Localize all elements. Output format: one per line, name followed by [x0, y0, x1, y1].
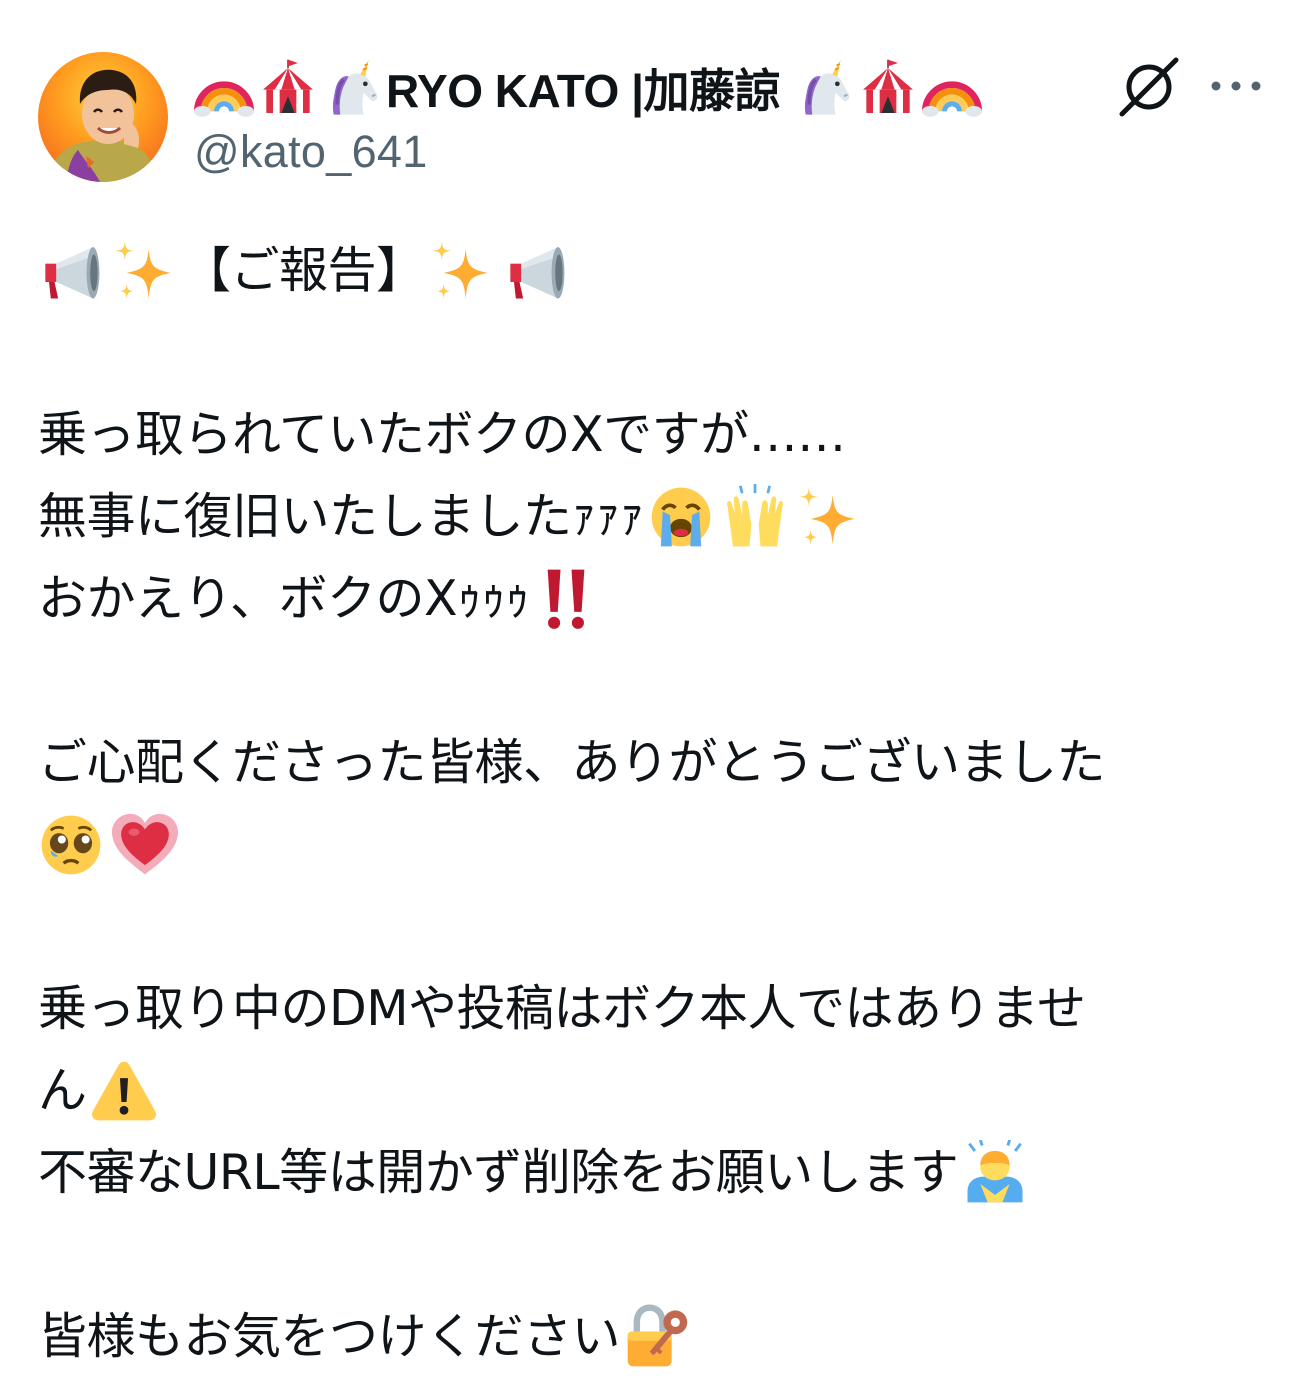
- man-bowing-icon: [962, 1140, 1028, 1206]
- tweet-line-text: おかえり、ボクのXｩｩｩ: [38, 570, 530, 627]
- avatar[interactable]: [38, 52, 168, 182]
- loudly-crying-face-icon: [648, 484, 714, 550]
- tweet-line: ご心配くださった皆様、ありがとうございました: [38, 722, 1278, 804]
- tweet-line-text: 無事に復旧いたしましたｧｧｧ: [38, 488, 644, 545]
- tweet-line: 乗っ取り中のDMや投稿はボク本人ではありませ: [38, 968, 1278, 1050]
- circus-tent-icon: [258, 58, 318, 118]
- more-options-button[interactable]: [1206, 62, 1266, 110]
- sparkles-icon: [796, 484, 862, 550]
- tweet-line: 無事に復旧いたしましたｧｧｧ: [38, 476, 1278, 558]
- grok-button[interactable]: [1116, 56, 1182, 118]
- circus-tent-icon: [858, 58, 918, 118]
- tweet-line-text: 乗っ取られていたボクのXですが……: [38, 406, 846, 463]
- tweet-line: 【ご報告】: [38, 230, 1278, 312]
- tweet-line-text: 不審なURL等は開かず削除をお願いします: [38, 1144, 959, 1201]
- raising-hands-icon: [722, 484, 788, 550]
- user-name-block[interactable]: RYO KATO |加藤諒 @kato_641: [194, 52, 1074, 178]
- tweet-text: 【ご報告】 乗っ取られていたボクのXですが…… 無事に復旧いたしましたｧｧｧ お…: [38, 230, 1278, 1378]
- tweet-line: [38, 804, 1278, 886]
- tweet-line: 不審なURL等は開かず削除をお願いします: [38, 1132, 1278, 1214]
- growing-heart-icon: [112, 812, 178, 878]
- unicorn-icon: [794, 58, 854, 118]
- warning-icon: [91, 1058, 157, 1124]
- avatar-image: [48, 69, 158, 182]
- double-exclamation-icon: [533, 566, 599, 632]
- tweet-heading: 【ご報告】: [182, 242, 425, 299]
- megaphone-icon: [503, 238, 569, 304]
- tweet-line: ん: [38, 1050, 1278, 1132]
- grok-icon: [1119, 57, 1179, 117]
- more-icon: [1211, 81, 1261, 91]
- tweet: RYO KATO |加藤諒 @kato_641 【ご報告】 乗っ取られていたボク…: [0, 0, 1300, 1396]
- tweet-line: 皆様もお気をつけください: [38, 1296, 1278, 1378]
- sparkles-icon: [112, 238, 178, 304]
- display-name[interactable]: RYO KATO |加藤諒: [194, 52, 1074, 124]
- tweet-line: 乗っ取られていたボクのXですが……: [38, 394, 1278, 476]
- tweet-line-text: 乗っ取り中のDMや投稿はボク本人ではありませ: [38, 980, 1086, 1037]
- display-name-text: RYO KATO |加藤諒: [386, 65, 780, 117]
- user-handle[interactable]: @kato_641: [194, 126, 1074, 178]
- locked-with-key-icon: [624, 1304, 690, 1370]
- rainbow-icon: [922, 58, 982, 118]
- tweet-line-text: ご心配くださった皆様、ありがとうございました: [38, 734, 1106, 791]
- tweet-line: おかえり、ボクのXｩｩｩ: [38, 558, 1278, 640]
- tweet-line-text: 皆様もお気をつけください: [38, 1308, 621, 1365]
- tweet-line-text: ん: [38, 1062, 87, 1119]
- pleading-face-icon: [38, 812, 104, 878]
- sparkles-icon: [429, 238, 495, 304]
- unicorn-icon: [322, 58, 382, 118]
- megaphone-icon: [38, 238, 104, 304]
- rainbow-icon: [194, 58, 254, 118]
